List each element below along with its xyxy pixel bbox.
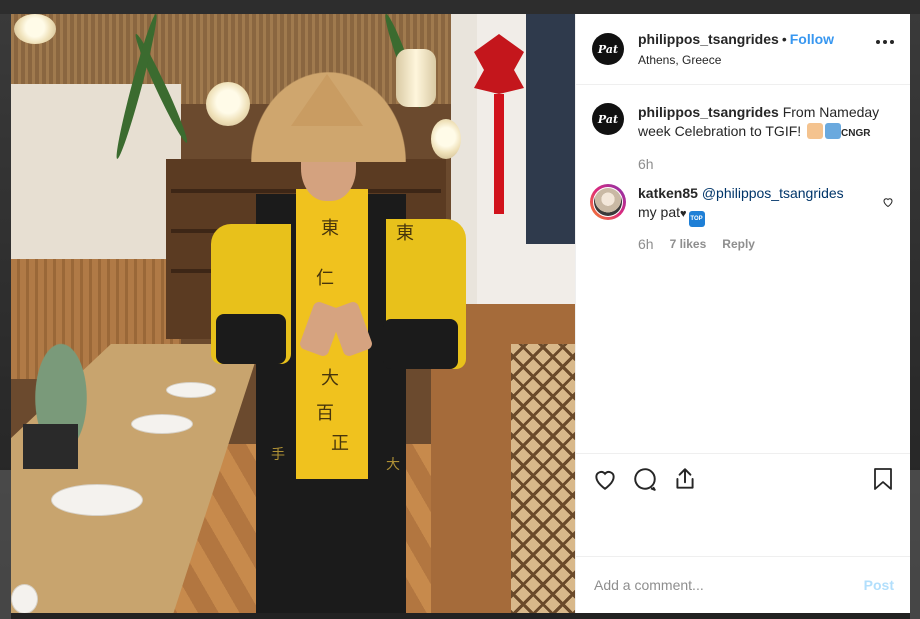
post-header-text: philippos_tsangrides • Follow Athens, Gree… [638,31,834,67]
comment-username-link[interactable]: katken85 [638,185,698,201]
caption-username-link[interactable]: philippos_tsangrides [638,104,779,120]
photo-plate [131,414,193,434]
background-post-tile [910,470,920,619]
photo-plate [11,584,38,613]
comment-row: katken85 @philippos_tsangrides my pat♥ TO… [590,184,894,254]
add-comment-bar: Post [576,556,910,613]
avatar-text: Pat [597,42,619,56]
small-heart-icon[interactable] [882,195,894,213]
photo-glyph: 手 [271,447,285,463]
woman-raising-hand-icon [825,123,842,139]
comment-icon[interactable] [632,466,658,492]
photo-plate [51,484,143,516]
caption-body: philippos_tsangrides From Nameday week C… [638,103,879,174]
caption-time[interactable]: 6h [638,155,879,174]
comment-time[interactable]: 6h [638,235,654,254]
photo-pot [23,424,78,469]
photo-cuff [216,314,286,364]
add-comment-input[interactable] [592,576,864,594]
photo-lantern [14,14,56,44]
avatar[interactable] [590,184,626,220]
photo-lantern [206,82,250,126]
avatar-text: Pat [597,112,619,126]
photo-window [526,14,575,244]
comments-section[interactable]: Pat philippos_tsangrides From Nameday we… [576,85,910,453]
comment-likes[interactable]: 7 likes [670,235,707,254]
photo-cuff [383,319,458,369]
photo-glyph: 東 [396,223,414,244]
heart-icon[interactable] [592,466,618,492]
photo-glyph: 正 [331,433,349,454]
photo-glyph: 百 [316,403,334,424]
praying-hands-icon [807,123,824,139]
bookmark-icon[interactable] [872,467,894,496]
avatar-image [594,188,622,216]
photo-glyph: 東 [321,218,339,239]
post-header: Pat philippos_tsangrides • Follow Athens, … [576,14,910,85]
photo-glyph: 仁 [316,268,334,289]
post-comment-button[interactable]: Post [864,577,894,593]
photo-glyph: 大 [386,457,400,473]
heart-icon: ♥ [680,208,687,220]
photo-tassel [494,94,504,214]
photo-glyph: 大 [321,368,339,389]
follow-button[interactable]: Follow [790,31,834,47]
top-arrow-icon: TOP [688,211,705,227]
separator-dot: • [781,31,787,47]
photo-lantern [431,119,461,159]
post-actions [576,453,910,504]
background-post-tile [0,470,11,619]
background-top-bar [0,0,920,14]
post-stats-area [576,504,910,556]
post-modal: 東 仁 大 百 正 東 手 大 Pat philippos_tsangrides… [11,14,910,613]
comment-text: my pat [638,204,681,220]
location-link[interactable]: Athens, Greece [638,53,834,67]
post-photo[interactable]: 東 仁 大 百 正 東 手 大 [11,14,575,613]
username-link[interactable]: philippos_tsangrides [638,31,779,47]
caption-emoji-tag: CNGR [841,128,871,139]
more-options-icon[interactable] [876,40,894,44]
avatar[interactable]: Pat [592,103,624,135]
caption-row: Pat philippos_tsangrides From Nameday we… [592,103,894,174]
avatar[interactable]: Pat [592,33,624,65]
caption-text: From Nameday [782,104,880,120]
share-icon[interactable] [672,466,698,492]
photo-lattice [511,344,575,613]
caption-text-2: week Celebration to TGIF! [638,123,802,139]
comment-body: katken85 @philippos_tsangrides my pat♥ TO… [638,184,844,254]
comment-meta: 6h 7 likes Reply [638,235,844,254]
photo-plate [166,382,216,398]
comment-mention-link[interactable]: @philippos_tsangrides [702,185,844,201]
post-side-panel: Pat philippos_tsangrides • Follow Athens, … [575,14,910,613]
comment-reply-button[interactable]: Reply [722,235,755,254]
